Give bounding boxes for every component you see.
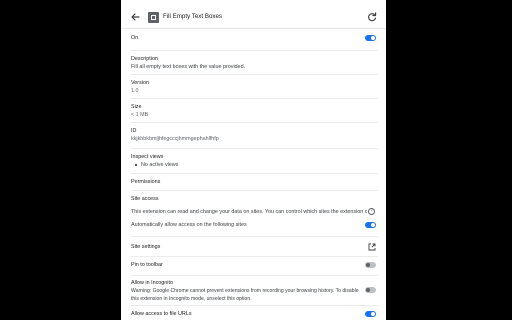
size-value: < 1 MB [131, 112, 149, 118]
site-access-description-row: This extension can read and change your … [131, 208, 367, 216]
puzzle-icon [148, 12, 159, 23]
pin-toolbar-row: Pin to toolbar [131, 261, 378, 271]
divider [131, 122, 378, 123]
divider [131, 275, 378, 276]
extension-details-panel: Fill Empty Text Boxes On Description Fil… [121, 0, 386, 320]
inspect-view-text: No active views [141, 162, 179, 168]
auto-allow-toggle[interactable] [365, 222, 376, 228]
size-label: Size [131, 104, 142, 110]
incognito-toggle[interactable] [365, 287, 376, 293]
permissions-section: Permissions [131, 178, 378, 186]
file-urls-row: Allow access to file URLs [131, 310, 378, 320]
inspect-views-section: Inspect views No active views [131, 153, 378, 169]
on-toggle[interactable] [365, 35, 376, 41]
divider [131, 50, 378, 51]
pin-toolbar-label: Pin to toolbar [131, 262, 163, 268]
divider [131, 305, 378, 306]
file-urls-label: Allow access to file URLs [131, 311, 192, 317]
version-value: 1.0 [131, 88, 139, 94]
extension-title: Fill Empty Text Boxes [163, 13, 223, 20]
site-settings-label: Site settings [131, 244, 161, 250]
arrow-back-icon[interactable] [129, 11, 141, 23]
incognito-warning-line1: Warning: Google Chrome cannot prevent ex… [131, 288, 359, 294]
on-label: On [131, 35, 139, 41]
divider [131, 236, 378, 237]
description-label: Description [131, 56, 158, 62]
site-settings-row[interactable]: Site settings [131, 243, 378, 253]
description-section: Description Fill all empty text boxes wi… [131, 55, 378, 71]
on-row: On [131, 34, 378, 46]
incognito-section: Allow in Incognito Warning: Google Chrom… [131, 279, 378, 303]
id-label: ID [131, 128, 137, 134]
bullet [135, 163, 137, 166]
version-section: Version 1.0 [131, 79, 378, 95]
id-section: ID kkjkhbkbmljhfegcccjhmmgephahlfhfp [131, 127, 378, 143]
incognito-label: Allow in Incognito [131, 280, 173, 286]
auto-allow-row: Automatically allow access on the follow… [131, 221, 378, 231]
divider [131, 173, 378, 174]
details-header: Fill Empty Text Boxes [121, 6, 386, 28]
divider [131, 190, 378, 191]
inspect-view-item: No active views [131, 161, 378, 169]
description-value: Fill all empty text boxes with the value… [131, 64, 246, 70]
pin-toolbar-toggle[interactable] [365, 262, 376, 268]
open-in-new-icon[interactable] [368, 243, 376, 251]
header-divider [121, 28, 386, 29]
site-access-label: Site access [131, 196, 159, 202]
reload-icon[interactable] [366, 11, 378, 23]
divider [131, 256, 378, 257]
divider [131, 98, 378, 99]
help-icon[interactable]: ? [368, 208, 375, 215]
inspect-views-label: Inspect views [131, 154, 164, 160]
size-section: Size < 1 MB [131, 103, 378, 119]
permissions-label: Permissions [131, 179, 161, 185]
auto-allow-label: Automatically allow access on the follow… [131, 222, 247, 228]
incognito-warning-line2: this extension in Incognito mode, unsele… [131, 296, 252, 302]
site-access-description: This extension can read and change your … [131, 209, 367, 215]
divider [131, 148, 378, 149]
divider [131, 74, 378, 75]
site-access-section: Site access [131, 195, 378, 203]
id-value: kkjkhbkbmljhfegcccjhmmgephahlfhfp [131, 136, 219, 142]
file-urls-toggle[interactable] [365, 311, 376, 317]
version-label: Version [131, 80, 149, 86]
